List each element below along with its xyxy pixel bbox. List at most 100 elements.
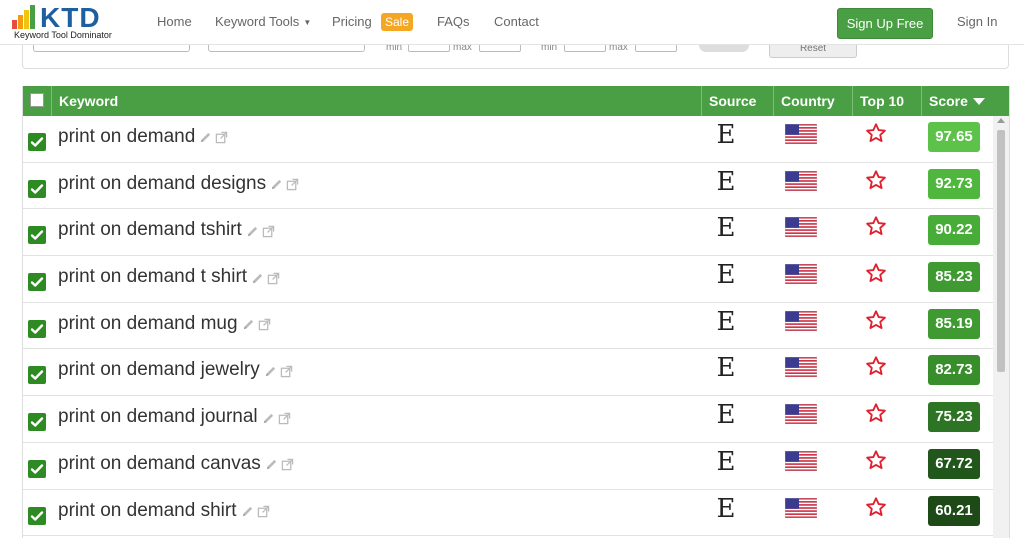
logo-tagline: Keyword Tool Dominator — [14, 30, 112, 40]
magic-wand-icon[interactable] — [264, 360, 280, 381]
magic-wand-icon[interactable] — [251, 267, 267, 288]
external-link-icon[interactable] — [257, 501, 273, 522]
keyword-cell: print on demand t shirt — [58, 266, 283, 289]
star-outline-icon[interactable] — [865, 262, 887, 289]
top-navbar: KTD Keyword Tool Dominator Home Keyword … — [0, 0, 1024, 45]
nav-faqs[interactable]: FAQs — [437, 0, 470, 44]
scroll-up-arrow-icon[interactable] — [997, 118, 1005, 123]
source-cell: E — [716, 166, 736, 197]
row-checkbox[interactable] — [28, 459, 46, 478]
scrollbar-thumb[interactable] — [997, 130, 1005, 372]
keyword-text[interactable]: print on demand designs — [58, 173, 266, 194]
vertical-scrollbar[interactable] — [993, 116, 1009, 538]
external-link-icon[interactable] — [281, 454, 297, 475]
star-outline-icon[interactable] — [865, 169, 887, 196]
keyword-text[interactable]: print on demand — [58, 126, 195, 147]
magic-wand-icon[interactable] — [246, 220, 262, 241]
star-outline-icon[interactable] — [865, 449, 887, 476]
external-link-icon[interactable] — [278, 407, 294, 428]
chevron-down-icon: ▼ — [303, 18, 312, 27]
keyword-text[interactable]: print on demand mug — [58, 313, 238, 334]
us-flag-icon — [784, 357, 818, 378]
us-flag-icon — [784, 170, 818, 191]
row-checkbox[interactable] — [28, 133, 46, 151]
table-body: print on demand E 97.65 print on demand des… — [23, 116, 993, 537]
us-flag-icon — [784, 497, 818, 518]
us-flag-icon — [784, 123, 818, 145]
keyword-text[interactable]: print on demand journal — [58, 406, 258, 427]
magic-wand-icon[interactable] — [241, 501, 257, 522]
row-checkbox[interactable] — [28, 226, 46, 245]
keyword-cell: print on demand tshirt — [58, 219, 278, 242]
magic-wand-icon[interactable] — [199, 127, 215, 148]
score-badge: 60.21 — [928, 495, 980, 526]
star-outline-icon[interactable] — [865, 309, 887, 336]
row-checkbox[interactable] — [28, 506, 46, 525]
logo-bars-icon — [12, 5, 38, 29]
row-checkbox[interactable] — [28, 179, 46, 198]
external-link-icon[interactable] — [267, 267, 283, 288]
star-outline-icon[interactable] — [865, 215, 887, 242]
column-header-score[interactable]: Score — [922, 86, 1009, 116]
external-link-icon[interactable] — [286, 174, 302, 195]
source-cell: E — [716, 446, 736, 477]
signup-button[interactable]: Sign Up Free — [837, 8, 933, 39]
external-link-icon[interactable] — [262, 220, 278, 241]
us-flag-icon — [784, 217, 818, 238]
sale-badge[interactable]: Sale — [381, 13, 414, 31]
nav-keyword-tools-label: Keyword Tools — [215, 14, 300, 29]
score-badge: 75.23 — [928, 402, 980, 433]
score-badge: 97.65 — [928, 122, 980, 152]
star-outline-icon[interactable] — [865, 122, 887, 149]
external-link-icon[interactable] — [258, 314, 274, 335]
keyword-text[interactable]: print on demand canvas — [58, 453, 261, 474]
us-flag-icon — [784, 450, 818, 472]
nav-home[interactable]: Home — [157, 0, 192, 44]
row-checkbox[interactable] — [28, 319, 46, 338]
column-header-top10[interactable]: Top 10 — [853, 86, 922, 116]
keyword-text[interactable]: print on demand jewelry — [58, 359, 260, 380]
ktd-logo[interactable]: KTD Keyword Tool Dominator — [12, 2, 132, 41]
row-checkbox[interactable] — [28, 413, 46, 432]
table-row: print on demand tshirt E 90.22 — [23, 209, 993, 257]
keyword-cell: print on demand shirt — [58, 500, 273, 523]
column-header-source[interactable]: Source — [702, 86, 774, 116]
nav-pricing[interactable]: Pricing — [332, 0, 372, 44]
magic-wand-icon[interactable] — [242, 314, 258, 335]
external-link-icon[interactable] — [280, 360, 296, 381]
keyword-cell: print on demand designs — [58, 173, 302, 196]
star-outline-icon[interactable] — [865, 355, 887, 382]
row-checkbox[interactable] — [28, 366, 46, 385]
nav-contact[interactable]: Contact — [494, 0, 539, 44]
magic-wand-icon[interactable] — [265, 454, 281, 475]
sort-desc-icon — [972, 98, 985, 105]
score-badge: 82.73 — [928, 355, 980, 386]
table-row: print on demand E 97.65 — [23, 116, 993, 163]
table-row: print on demand shirt E 60.21 — [23, 490, 993, 537]
keyword-text[interactable]: print on demand shirt — [58, 500, 237, 521]
magic-wand-icon[interactable] — [262, 407, 278, 428]
score-badge: 90.22 — [928, 215, 980, 246]
star-outline-icon[interactable] — [865, 402, 887, 429]
column-header-keyword[interactable]: Keyword — [52, 86, 702, 116]
keyword-text[interactable]: print on demand tshirt — [58, 219, 242, 240]
row-checkbox[interactable] — [28, 273, 46, 292]
us-flag-icon — [784, 310, 818, 331]
select-all-checkbox[interactable] — [30, 93, 44, 107]
column-header-country[interactable]: Country — [774, 86, 853, 116]
source-cell: E — [716, 353, 736, 384]
external-link-icon[interactable] — [215, 127, 231, 148]
table-row: print on demand mug E 85.19 — [23, 303, 993, 350]
source-cell: E — [716, 306, 736, 337]
score-badge: 67.72 — [928, 448, 980, 479]
magic-wand-icon[interactable] — [270, 174, 286, 195]
source-cell: E — [716, 213, 736, 244]
keyword-text[interactable]: print on demand t shirt — [58, 266, 247, 287]
nav-keyword-tools[interactable]: Keyword Tools ▼ — [215, 0, 311, 44]
header-select-all[interactable] — [23, 86, 52, 116]
signin-link[interactable]: Sign In — [957, 0, 997, 44]
score-badge: 85.19 — [928, 308, 980, 339]
source-cell: E — [716, 260, 736, 291]
keyword-results-table: Keyword Source Country Top 10 Score prin… — [22, 86, 1010, 538]
star-outline-icon[interactable] — [865, 496, 887, 523]
